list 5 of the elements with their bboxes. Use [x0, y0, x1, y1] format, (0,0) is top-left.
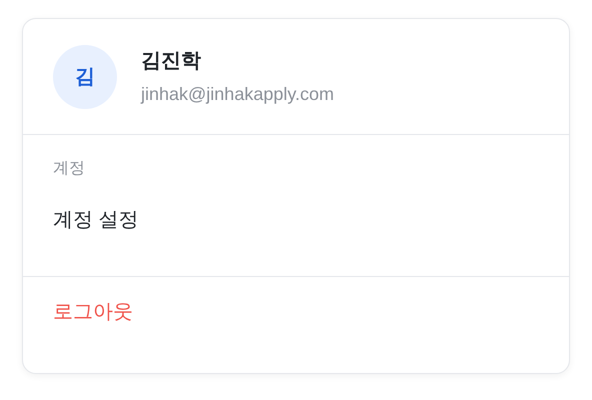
user-name: 김진학 — [141, 48, 202, 72]
user-email: jinhak@jinhakapply.com — [141, 82, 334, 104]
section-heading: 계정 — [53, 159, 86, 179]
menu-item[interactable]: 계정 설정 — [53, 207, 139, 233]
avatar: 김 — [53, 44, 117, 108]
